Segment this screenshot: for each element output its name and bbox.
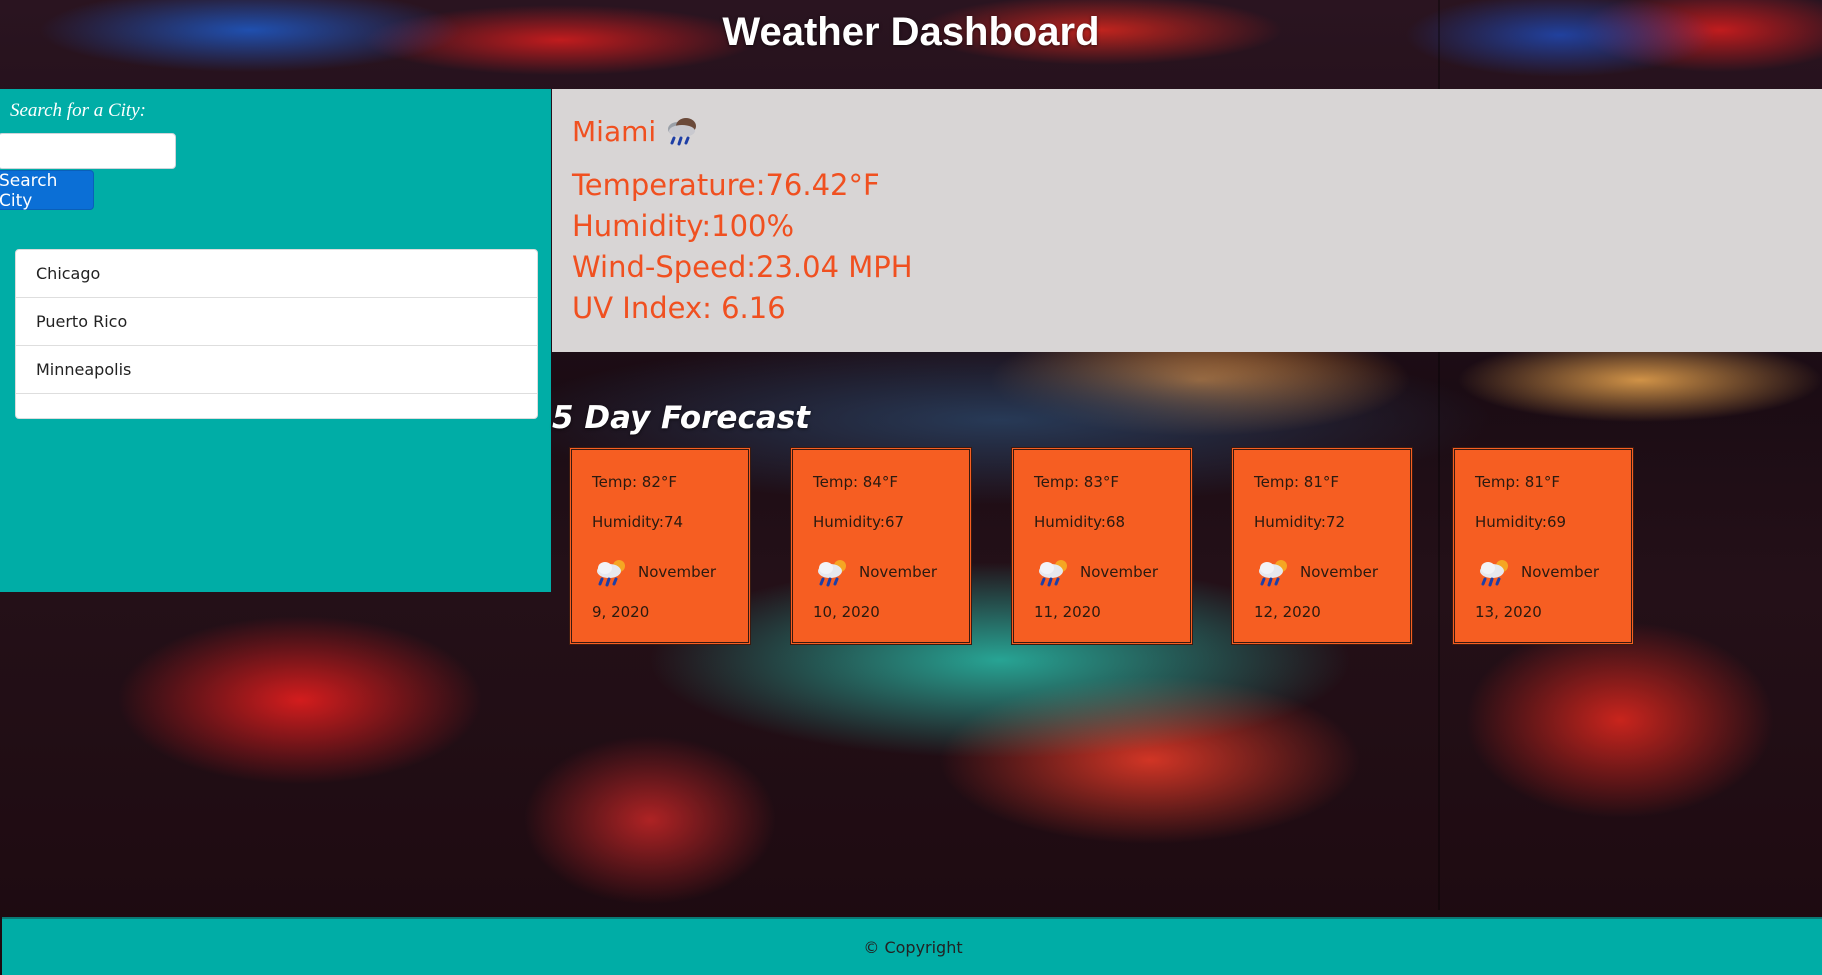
forecast-date-row: November	[1475, 554, 1599, 590]
forecast-date: 12, 2020	[1254, 603, 1321, 621]
forecast-month: November	[1080, 563, 1159, 581]
forecast-temp: Temp: 84°F	[813, 473, 899, 491]
sun-rain-cloud-icon	[1475, 554, 1515, 590]
forecast-humidity: Humidity:69	[1475, 513, 1567, 531]
search-sidebar: Search for a City: Search City Chicago P…	[0, 89, 551, 592]
forecast-temp: Temp: 82°F	[592, 473, 678, 491]
page-header: Weather Dashboard	[0, 0, 1822, 64]
forecast-temp: Temp: 83°F	[1034, 473, 1120, 491]
current-uv-index: UV Index: 6.16	[572, 291, 786, 325]
history-item-puerto-rico[interactable]: Puerto Rico	[16, 298, 537, 346]
page-footer: © Copyright	[2, 917, 1822, 975]
forecast-card: Temp: 82°F Humidity:74 November 9, 2020	[569, 447, 751, 645]
sun-rain-cloud-icon	[813, 554, 853, 590]
current-city-row: Miami	[572, 113, 702, 149]
forecast-humidity: Humidity:72	[1254, 513, 1346, 531]
rain-cloud-icon	[662, 113, 702, 149]
forecast-date-row: November	[813, 554, 937, 590]
forecast-month: November	[1300, 563, 1379, 581]
forecast-card: Temp: 84°F Humidity:67 November 10, 2020	[790, 447, 972, 645]
page-title: Weather Dashboard	[722, 9, 1100, 54]
city-search-input[interactable]	[0, 133, 176, 169]
forecast-date: 9, 2020	[592, 603, 650, 621]
forecast-date: 11, 2020	[1034, 603, 1101, 621]
current-temperature: Temperature:76.42°F	[572, 168, 880, 202]
sun-rain-cloud-icon	[1034, 554, 1074, 590]
forecast-card: Temp: 81°F Humidity:72 November 12, 2020	[1231, 447, 1413, 645]
forecast-date-row: November	[592, 554, 716, 590]
forecast-card: Temp: 81°F Humidity:69 November 13, 2020	[1452, 447, 1634, 645]
forecast-humidity: Humidity:67	[813, 513, 905, 531]
search-city-button[interactable]: Search City	[0, 170, 94, 211]
forecast-date: 13, 2020	[1475, 603, 1542, 621]
forecast-humidity: Humidity:74	[592, 513, 684, 531]
search-history-list: Chicago Puerto Rico Minneapolis	[15, 249, 538, 419]
forecast-date: 10, 2020	[813, 603, 880, 621]
history-item-minneapolis[interactable]: Minneapolis	[16, 346, 537, 394]
forecast-date-row: November	[1254, 554, 1378, 590]
forecast-month: November	[1521, 563, 1600, 581]
forecast-title: 5 Day Forecast	[552, 400, 811, 436]
sun-rain-cloud-icon	[1254, 554, 1294, 590]
forecast-humidity: Humidity:68	[1034, 513, 1126, 531]
history-item-empty	[16, 394, 537, 418]
forecast-temp: Temp: 81°F	[1475, 473, 1561, 491]
forecast-date-row: November	[1034, 554, 1158, 590]
forecast-month: November	[638, 563, 717, 581]
forecast-month: November	[859, 563, 938, 581]
sun-rain-cloud-icon	[592, 554, 632, 590]
forecast-card: Temp: 83°F Humidity:68 November 11, 2020	[1011, 447, 1193, 645]
current-weather-panel: Miami Temperature:76.42°F Humidity:100% …	[552, 89, 1822, 352]
current-city-name: Miami	[572, 114, 657, 148]
copyright-text: © Copyright	[863, 937, 963, 957]
search-label: Search for a City:	[10, 100, 146, 121]
history-item-chicago[interactable]: Chicago	[16, 250, 537, 298]
forecast-temp: Temp: 81°F	[1254, 473, 1340, 491]
current-humidity: Humidity:100%	[572, 209, 795, 243]
current-wind-speed: Wind-Speed:23.04 MPH	[572, 250, 913, 284]
